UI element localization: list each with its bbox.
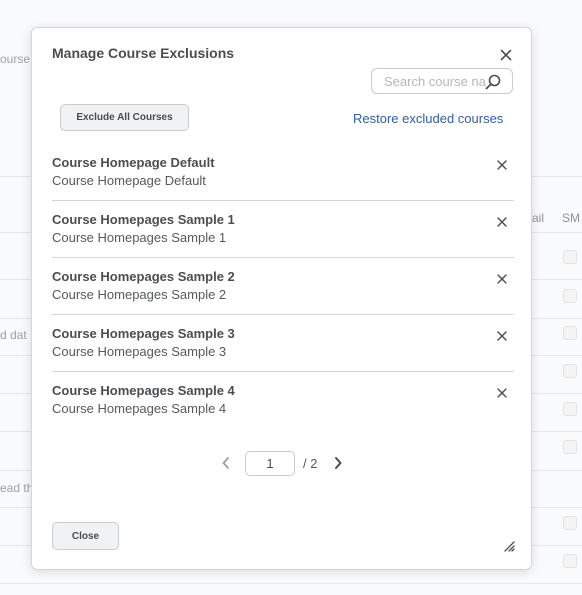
row-divider: [52, 200, 514, 201]
course-subtitle: Course Homepages Sample 3: [52, 344, 227, 359]
search-icon[interactable]: [484, 73, 502, 91]
background-text: ourse: [0, 52, 31, 66]
background-checkbox: [563, 364, 577, 378]
remove-exclusion-icon[interactable]: [495, 158, 509, 172]
row-divider: [52, 314, 514, 315]
course-subtitle: Course Homepages Sample 1: [52, 230, 227, 245]
page-number-input[interactable]: [245, 451, 295, 476]
course-title: Course Homepages Sample 2: [52, 269, 235, 284]
background-column-header: SM: [562, 211, 580, 225]
close-button[interactable]: Close: [52, 522, 119, 550]
background-checkbox: [563, 289, 577, 303]
row-divider: [52, 371, 514, 372]
course-subtitle: Course Homepages Sample 2: [52, 287, 227, 302]
background-text: d dat: [0, 328, 27, 342]
page-total: / 2: [303, 456, 318, 471]
list-item: Course Homepages Sample 2 Course Homepag…: [52, 269, 514, 326]
resize-handle-icon[interactable]: [503, 540, 515, 552]
remove-exclusion-icon[interactable]: [495, 386, 509, 400]
course-title: Course Homepages Sample 4: [52, 383, 235, 398]
remove-exclusion-icon[interactable]: [495, 329, 509, 343]
background-column-header: ail: [532, 211, 545, 225]
background-checkbox: [563, 554, 577, 568]
background-checkbox: [563, 250, 577, 264]
restore-excluded-courses-link[interactable]: Restore excluded courses: [353, 111, 503, 126]
background-divider: [0, 583, 582, 584]
chevron-right-icon[interactable]: [332, 455, 344, 471]
manage-course-exclusions-dialog: Manage Course Exclusions Exclude All Cou…: [31, 27, 532, 570]
course-subtitle: Course Homepage Default: [52, 173, 206, 188]
background-checkbox: [563, 440, 577, 454]
course-subtitle: Course Homepages Sample 4: [52, 401, 227, 416]
list-item: Course Homepage Default Course Homepage …: [52, 155, 514, 212]
close-icon[interactable]: [498, 47, 514, 63]
search-input[interactable]: [384, 73, 490, 89]
list-item: Course Homepages Sample 1 Course Homepag…: [52, 212, 514, 269]
dialog-title: Manage Course Exclusions: [52, 45, 235, 61]
exclude-all-courses-button[interactable]: Exclude All Courses: [60, 104, 189, 131]
list-item: Course Homepages Sample 4 Course Homepag…: [52, 383, 514, 440]
chevron-left-icon[interactable]: [220, 455, 232, 471]
background-text: ead th: [0, 481, 34, 495]
background-checkbox: [563, 326, 577, 340]
course-title: Course Homepages Sample 1: [52, 212, 235, 227]
background-checkbox: [563, 402, 577, 416]
course-title: Course Homepages Sample 3: [52, 326, 235, 341]
list-item: Course Homepages Sample 3 Course Homepag…: [52, 326, 514, 383]
remove-exclusion-icon[interactable]: [495, 215, 509, 229]
search-box: [371, 68, 513, 94]
remove-exclusion-icon[interactable]: [495, 272, 509, 286]
row-divider: [52, 257, 514, 258]
course-title: Course Homepage Default: [52, 155, 215, 170]
background-checkbox: [563, 516, 577, 530]
